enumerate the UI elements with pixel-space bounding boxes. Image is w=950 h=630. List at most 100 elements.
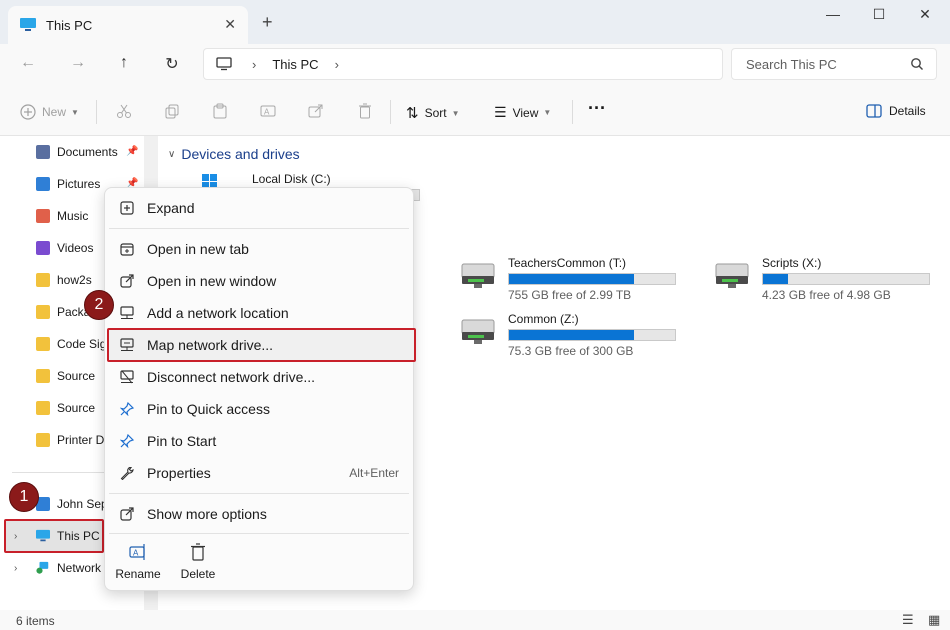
menu-item-properties[interactable]: Properties Alt+Enter	[105, 458, 413, 488]
tab-this-pc[interactable]: This PC ✕	[8, 6, 248, 44]
details-pane-icon	[866, 104, 882, 118]
menu-separator	[109, 533, 409, 534]
drive-scripts-x[interactable]: Scripts (X:) 4.23 GB free of 4.98 GB	[712, 256, 930, 302]
sidebar-item-quick-access[interactable]: Code Sig	[36, 334, 106, 354]
folder-icon	[36, 433, 50, 447]
search-box[interactable]	[731, 48, 937, 80]
computer-icon	[36, 529, 50, 542]
chevron-right-icon[interactable]: ›	[252, 57, 256, 72]
network-drive-icon	[461, 263, 495, 288]
pin-icon[interactable]: 📌	[126, 146, 138, 157]
computer-icon	[20, 18, 36, 31]
sidebar-item-quick-access[interactable]: Music	[36, 206, 88, 226]
rename-button[interactable]: A Rename	[113, 543, 163, 581]
details-view-icon[interactable]: ☰	[902, 612, 914, 628]
expand-icon	[119, 200, 135, 216]
forward-arrow-icon[interactable]: →	[66, 54, 90, 72]
sort-label: Sort	[424, 106, 447, 120]
sidebar-item-quick-access[interactable]: Documents	[36, 142, 118, 162]
minimize-button[interactable]: —	[818, 6, 848, 22]
breadcrumb-this-pc[interactable]: This PC	[272, 57, 318, 72]
menu-separator	[109, 493, 409, 494]
cut-icon[interactable]	[116, 103, 132, 119]
sidebar-item-user[interactable]: John Sep	[36, 494, 108, 514]
search-input[interactable]	[746, 56, 906, 72]
menu-item-label: Map network drive...	[147, 337, 274, 353]
sidebar-item-quick-access[interactable]: Printer D	[36, 430, 104, 450]
copy-icon[interactable]	[164, 103, 180, 119]
new-button[interactable]: New ▼	[20, 104, 79, 120]
folder-icon	[36, 209, 50, 223]
menu-item-map-network-drive[interactable]: Map network drive...	[105, 330, 413, 360]
folder-icon	[36, 177, 50, 191]
command-bar: New ▼ A ⇅ Sort ▼ ☰ View ▼ ··· Details	[0, 86, 950, 136]
step-badge-2: 2	[84, 290, 114, 320]
drive-name: Scripts (X:)	[762, 256, 822, 270]
chevron-right-icon[interactable]: ›	[14, 563, 17, 574]
map-drive-icon	[119, 337, 135, 353]
sort-button[interactable]: ⇅ Sort ▼	[406, 104, 460, 122]
drive-name: Common (Z:)	[508, 312, 579, 326]
menu-item-label: Pin to Start	[147, 433, 217, 449]
menu-item-label: Add a network location	[147, 305, 289, 321]
new-tab-button[interactable]: +	[262, 12, 273, 33]
new-tab-icon	[119, 241, 135, 257]
folder-icon	[36, 145, 50, 159]
sidebar-item-network[interactable]: Network	[36, 558, 101, 578]
close-window-button[interactable]: ✕	[910, 6, 940, 23]
menu-item-label: Expand	[147, 200, 195, 216]
paste-icon[interactable]	[212, 103, 228, 119]
network-location-icon	[119, 305, 135, 321]
menu-item-open-new-window[interactable]: Open in new window	[105, 266, 413, 296]
chevron-right-icon[interactable]: ›	[14, 531, 17, 542]
sidebar-item-label: Network	[57, 561, 102, 575]
menu-item-expand[interactable]: Expand	[105, 193, 413, 223]
menu-item-disconnect-network-drive[interactable]: Disconnect network drive...	[105, 362, 413, 392]
folder-icon	[36, 369, 50, 383]
menu-separator	[109, 228, 409, 229]
maximize-button[interactable]: ☐	[864, 6, 894, 23]
devices-drives-group-header[interactable]: ∨ Devices and drives	[168, 146, 300, 162]
menu-item-open-new-tab[interactable]: Open in new tab	[105, 234, 413, 264]
address-bar[interactable]: › This PC ›	[203, 48, 723, 80]
trash-icon[interactable]	[357, 103, 373, 119]
menu-item-pin-start[interactable]: Pin to Start	[105, 426, 413, 456]
more-options-button[interactable]: ···	[588, 98, 606, 119]
sidebar-item-quick-access[interactable]: Source	[36, 398, 95, 418]
up-arrow-icon[interactable]: ↑	[112, 54, 136, 72]
drive-teacherscommon-t[interactable]: TeachersCommon (T:) 755 GB free of 2.99 …	[458, 256, 676, 302]
share-icon[interactable]	[308, 103, 324, 119]
sidebar-item-this-pc[interactable]: This PC	[36, 526, 100, 546]
drive-name: Local Disk (C:)	[252, 172, 331, 186]
chevron-down-icon: ▼	[451, 108, 460, 118]
details-button[interactable]: Details	[866, 104, 926, 118]
drive-free-space: 755 GB free of 2.99 TB	[508, 288, 632, 302]
close-tab-icon[interactable]: ✕	[224, 16, 236, 33]
folder-icon	[36, 305, 50, 319]
rename-icon: A	[129, 544, 145, 560]
refresh-icon[interactable]: ↻	[160, 54, 184, 74]
rename-icon[interactable]: A	[260, 103, 276, 119]
menu-item-pin-quick-access[interactable]: Pin to Quick access	[105, 394, 413, 424]
search-icon[interactable]	[910, 57, 924, 71]
new-label: New	[42, 105, 67, 119]
sidebar-item-quick-access[interactable]: how2s	[36, 270, 92, 290]
details-label: Details	[889, 104, 926, 118]
back-arrow-icon[interactable]: ←	[16, 54, 40, 72]
delete-button[interactable]: Delete	[173, 543, 223, 581]
sidebar-item-quick-access[interactable]: Source	[36, 366, 95, 386]
sidebar-item-quick-access[interactable]: Pictures	[36, 174, 100, 194]
view-button[interactable]: ☰ View ▼	[494, 104, 551, 121]
folder-icon	[36, 401, 50, 415]
sidebar-item-quick-access[interactable]: Videos	[36, 238, 93, 258]
chevron-right-icon[interactable]: ›	[335, 57, 339, 72]
drive-usage-bar	[508, 273, 676, 285]
tiles-view-icon[interactable]: ▦	[928, 612, 940, 628]
drive-common-z[interactable]: Common (Z:) 75.3 GB free of 300 GB	[458, 312, 676, 358]
sidebar-item-label: John Sep	[57, 497, 108, 511]
menu-item-show-more-options[interactable]: Show more options	[105, 499, 413, 529]
context-menu: Expand Open in new tab Open in new windo…	[104, 187, 416, 591]
divider	[572, 100, 573, 124]
sidebar-item-label: Music	[57, 209, 89, 223]
menu-item-add-network-location[interactable]: Add a network location	[105, 298, 413, 328]
